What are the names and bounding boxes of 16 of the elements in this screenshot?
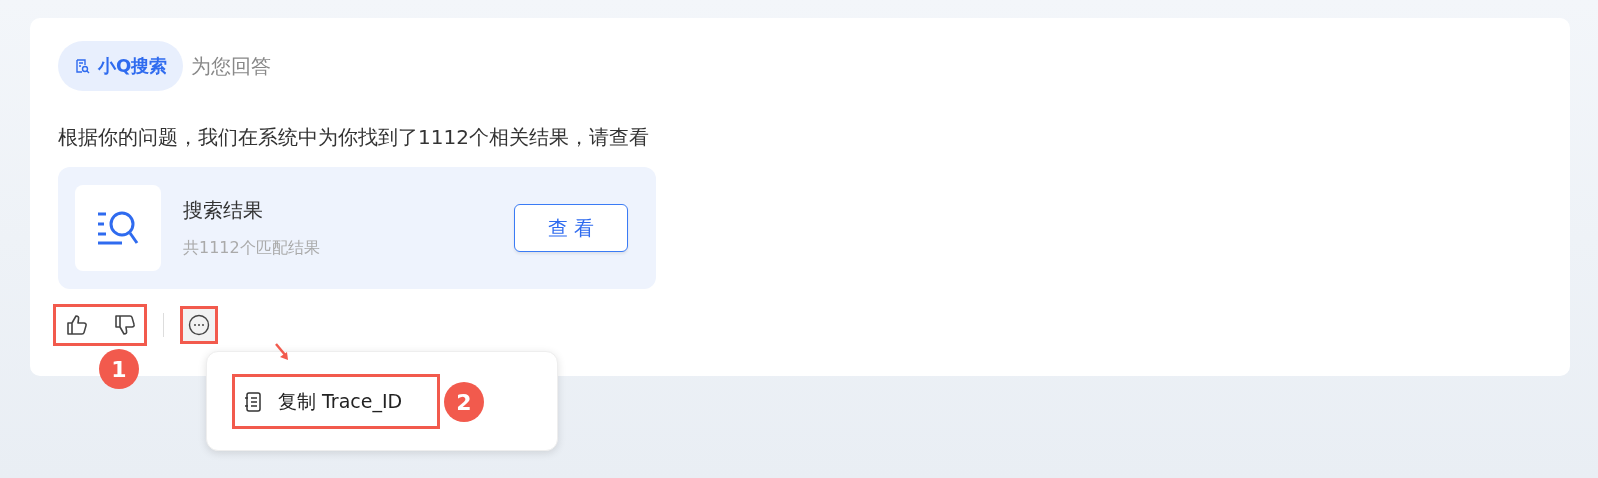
answer-text: 根据你的问题，我们在系统中为你找到了1112个相关结果，请查看: [58, 124, 650, 151]
callout-number: 2: [444, 382, 484, 422]
more-icon: [188, 314, 210, 336]
callout-number: 1: [99, 349, 139, 389]
thumbs-down-icon[interactable]: [113, 313, 137, 337]
view-button[interactable]: 查 看: [514, 204, 628, 252]
notebook-icon: [244, 391, 262, 412]
pointer-arrow: [274, 343, 290, 361]
result-title: 搜索结果: [183, 197, 264, 224]
badge-label: 小Q搜索: [98, 54, 168, 78]
answer-caption: 为您回答: [191, 52, 272, 80]
search-document-icon: [74, 58, 90, 74]
result-count: 共1112个匹配结果: [183, 238, 321, 259]
menu-item[interactable]: 复制 Trace_ID: [232, 374, 440, 429]
more-button[interactable]: [180, 306, 218, 344]
thumbs-up-icon[interactable]: [65, 313, 89, 337]
